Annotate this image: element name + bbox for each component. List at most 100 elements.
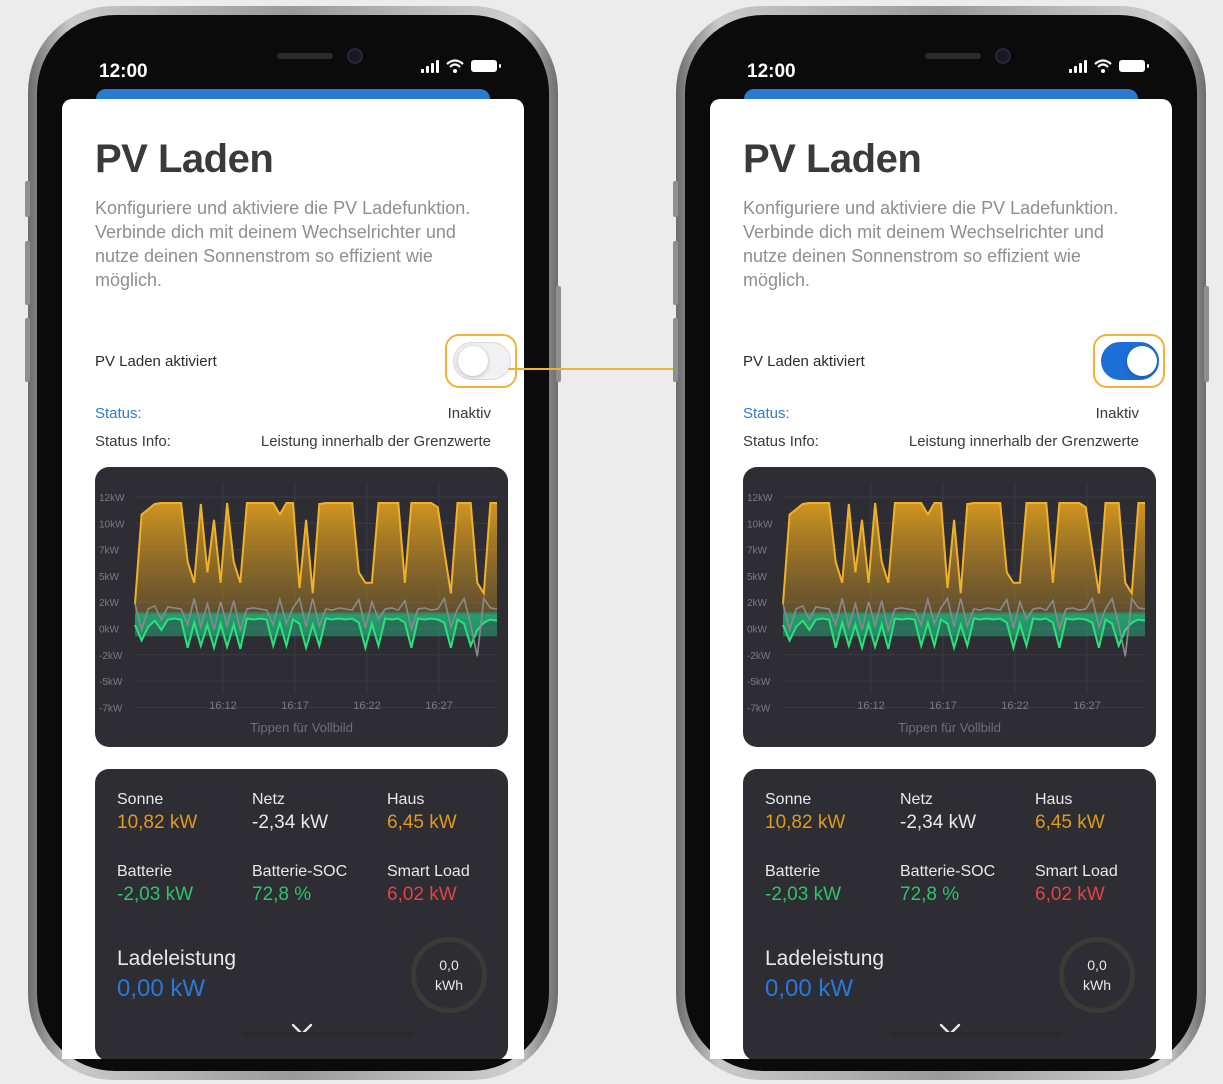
phone-bezel: 12:00 PV Laden Konfiguriere und aktivier… (37, 15, 549, 1071)
stat-value: -2,03 kW (765, 884, 842, 905)
page-title: PV Laden (95, 137, 274, 181)
stat-smart-load: Smart Load 6,02 kW (1035, 863, 1118, 906)
stat-value: 10,82 kW (117, 812, 198, 833)
stat-value: 6,45 kW (1035, 812, 1105, 833)
wifi-icon (1094, 59, 1112, 73)
stat-sonne: Sonne 10,82 kW (765, 791, 845, 834)
stat-label: Batterie (117, 863, 173, 880)
y-tick-label: 12kW (747, 493, 773, 504)
stat-batterie-soc: Batterie-SOC 72,8 % (252, 863, 347, 906)
stat-value: 72,8 % (900, 884, 960, 905)
stat-label: Batterie-SOC (252, 863, 348, 880)
volume-up-button (25, 241, 30, 305)
energy-ring: 0,0 kWh (411, 937, 487, 1013)
phone-frame: 12:00 PV Laden Konfiguriere und aktivier… (673, 6, 1209, 1080)
stat-value: -2,34 kW (900, 812, 977, 833)
speaker-grille (925, 53, 981, 59)
power-chart[interactable]: 12kW 10kW 7kW 5kW 2kW 0kW -2kW -5kW -7kW 16:12 16:… (743, 467, 1156, 747)
stat-label: Haus (387, 791, 425, 808)
chart-fullscreen-hint: Tippen für Vollbild (250, 720, 353, 735)
y-tick-label: 5kW (99, 572, 120, 583)
toggle-knob[interactable] (458, 346, 488, 376)
ladeleistung-label: Ladeleistung (765, 947, 885, 970)
y-tick-label: 12kW (99, 493, 125, 504)
y-tick-label: 10kW (747, 519, 773, 530)
x-tick-label: 16:27 (425, 700, 453, 712)
volume-up-button (673, 241, 678, 305)
x-tick-label: 16:27 (1073, 700, 1101, 712)
stats-panel: Sonne 10,82 kW Netz -2,34 kW Haus 6,45 k… (743, 769, 1156, 1059)
stat-label: Smart Load (387, 863, 470, 880)
stat-value: 10,82 kW (765, 812, 846, 833)
chart-fullscreen-hint: Tippen für Vollbild (898, 720, 1001, 735)
stat-label: Batterie-SOC (900, 863, 996, 880)
stat-value: -2,03 kW (117, 884, 194, 905)
signal-icon (421, 59, 439, 73)
energy-unit: kWh (435, 977, 463, 993)
y-tick-label: 2kW (99, 598, 120, 609)
stats-panel: Sonne 10,82 kW Netz -2,34 kW Haus 6,45 k… (95, 769, 508, 1059)
y-tick-label: 7kW (99, 546, 120, 557)
camera-icon (995, 48, 1011, 64)
y-tick-label: 10kW (99, 519, 125, 530)
stat-netz: Netz -2,34 kW (252, 791, 328, 834)
stat-batterie: Batterie -2,03 kW (765, 863, 841, 906)
y-tick-label: 0kW (747, 625, 768, 636)
stat-label: Haus (1035, 791, 1073, 808)
home-indicator (242, 1032, 414, 1037)
status-info-label: Status Info: (95, 433, 171, 450)
stat-value: -2,34 kW (252, 812, 329, 833)
status-info-value: Leistung innerhalb der Grenzwerte (908, 433, 1139, 450)
wifi-icon (446, 59, 464, 73)
status-time: 12:00 (747, 61, 796, 82)
power-chart[interactable]: 12kW 10kW 7kW 5kW 2kW 0kW -2kW -5kW -7kW 16:12 16:… (95, 467, 508, 747)
pv-laden-toggle[interactable] (453, 342, 511, 380)
energy-value: 0,0 (1087, 957, 1107, 973)
stat-batterie: Batterie -2,03 kW (117, 863, 193, 906)
stat-batterie-soc: Batterie-SOC 72,8 % (900, 863, 995, 906)
stat-label: Batterie (765, 863, 821, 880)
x-tick-label: 16:22 (1001, 700, 1029, 712)
y-tick-label: -5kW (99, 677, 123, 688)
y-tick-label: 2kW (747, 598, 768, 609)
volume-down-button (673, 318, 678, 382)
x-tick-label: 16:12 (209, 700, 237, 712)
ladeleistung-value: 0,00 kW (117, 975, 206, 1002)
stat-label: Sonne (765, 791, 812, 808)
energy-ring: 0,0 kWh (1059, 937, 1135, 1013)
battery-icon (471, 60, 501, 72)
stat-value: 72,8 % (252, 884, 312, 905)
volume-down-button (25, 318, 30, 382)
mute-switch (25, 181, 30, 217)
stat-label: Netz (252, 791, 285, 808)
page-title: PV Laden (743, 137, 922, 181)
x-tick-label: 16:12 (857, 700, 885, 712)
pv-laden-toggle[interactable] (1101, 342, 1159, 380)
status-label: Status: (95, 405, 142, 422)
power-chart-svg: 12kW 10kW 7kW 5kW 2kW 0kW -2kW -5kW -7kW 16:12 16:… (99, 483, 498, 714)
status-value: Inaktiv (1095, 405, 1139, 422)
power-chart-svg: 12kW 10kW 7kW 5kW 2kW 0kW -2kW -5kW -7kW 16:12 16:… (747, 483, 1146, 714)
y-tick-label: 0kW (99, 625, 120, 636)
speaker-grille (277, 53, 333, 59)
phone-bezel: 12:00 PV Laden Konfiguriere und aktivier… (685, 15, 1197, 1071)
y-tick-label: -7kW (99, 703, 123, 714)
status-info-label: Status Info: (743, 433, 819, 450)
stat-smart-load: Smart Load 6,02 kW (387, 863, 470, 906)
stat-value: 6,02 kW (387, 884, 457, 905)
y-tick-label: -2kW (747, 651, 771, 662)
stat-label: Smart Load (1035, 863, 1118, 880)
y-tick-label: -2kW (99, 651, 123, 662)
stat-haus: Haus 6,45 kW (1035, 791, 1105, 834)
y-tick-label: 5kW (747, 572, 768, 583)
stat-label: Netz (900, 791, 933, 808)
x-tick-label: 16:22 (353, 700, 381, 712)
stat-value: 6,45 kW (387, 812, 457, 833)
status-info-value: Leistung innerhalb der Grenzwerte (260, 433, 491, 450)
toggle-knob[interactable] (1127, 346, 1157, 376)
stat-netz: Netz -2,34 kW (900, 791, 976, 834)
stat-value: 6,02 kW (1035, 884, 1105, 905)
status-icons (1069, 59, 1149, 73)
battery-icon (1119, 60, 1149, 72)
mute-switch (673, 181, 678, 217)
